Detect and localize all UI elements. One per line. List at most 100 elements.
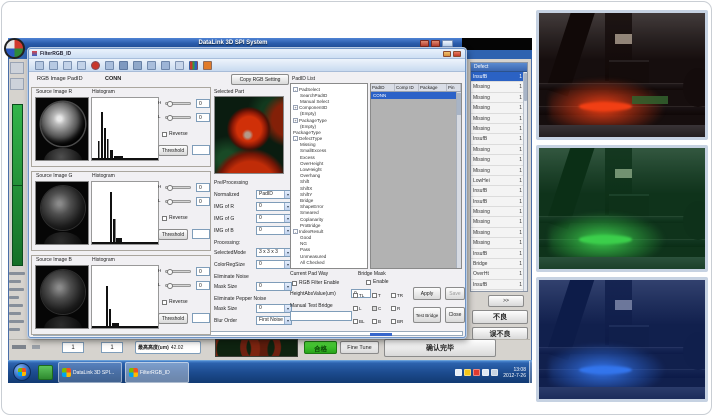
defect-row[interactable]: Missing1	[471, 124, 527, 134]
checkbox-icon[interactable]	[292, 281, 297, 286]
taskbar-app-2[interactable]: FilterRGB_ID	[125, 362, 189, 383]
defect-row[interactable]: Missing1	[471, 103, 527, 113]
threshold-value-field[interactable]	[192, 313, 210, 323]
defect-row[interactable]: Missing1	[471, 207, 527, 217]
start-button[interactable]	[13, 363, 31, 381]
h-value-field[interactable]: 0	[196, 99, 210, 108]
checkbox-icon[interactable]	[372, 306, 377, 311]
slider-thumb[interactable]	[167, 269, 173, 275]
preproc-dropdown[interactable]: 0▾	[256, 304, 292, 313]
open-icon[interactable]	[35, 61, 44, 70]
column-header[interactable]: PadID	[371, 84, 395, 91]
help-button[interactable]	[442, 40, 453, 47]
previous-icon[interactable]	[105, 61, 114, 70]
slider-thumb[interactable]	[167, 185, 173, 191]
padid-table-scrollbar[interactable]	[456, 92, 461, 268]
histogram[interactable]	[91, 265, 159, 329]
copy-icon[interactable]	[63, 61, 72, 70]
manual-test-bridge-field[interactable]	[290, 311, 352, 321]
l-slider[interactable]	[165, 116, 191, 119]
checkbox-icon[interactable]	[391, 319, 396, 324]
bridge-mask-cell-tr[interactable]: TR	[391, 289, 410, 302]
h-slider[interactable]	[165, 270, 191, 273]
checkbox-icon[interactable]	[353, 319, 358, 324]
grid-view-icon[interactable]	[119, 61, 128, 70]
defect-row[interactable]: Missing1	[471, 217, 527, 227]
layout-icon[interactable]	[147, 61, 156, 70]
preproc-dropdown[interactable]: PadID▾	[256, 190, 292, 199]
defect-row[interactable]: Missing1	[471, 166, 527, 176]
channel-image[interactable]	[35, 181, 89, 245]
close-button[interactable]	[431, 40, 440, 47]
scrollbar-thumb[interactable]	[457, 93, 461, 115]
threshold-button[interactable]: Threshold	[158, 313, 188, 324]
status-field-1[interactable]: 1	[62, 342, 84, 353]
save-icon[interactable]	[49, 61, 58, 70]
checkbox-icon[interactable]	[391, 293, 396, 298]
copy-rgb-setting-button[interactable]: Copy RGB Setting	[231, 74, 289, 85]
show-desktop-button[interactable]	[529, 361, 532, 384]
defect-table-scrollbar[interactable]	[523, 72, 527, 291]
bridge-mask-cell-t[interactable]: T	[372, 289, 391, 302]
bridge-mask-cell-b[interactable]: B	[372, 315, 391, 328]
defect-row[interactable]: Missing1	[471, 93, 527, 103]
preproc-dropdown[interactable]: 0▾	[256, 226, 292, 235]
l-value-field[interactable]: 0	[196, 281, 210, 290]
bridge-mask-cell-r[interactable]: R	[391, 302, 410, 315]
channel-image[interactable]	[35, 265, 89, 329]
defect-row[interactable]: OverHt1	[471, 269, 527, 279]
defect-row[interactable]: InsufB1	[471, 134, 527, 144]
tree-toggle-icon[interactable]: -	[293, 87, 298, 92]
preproc-dropdown[interactable]: 3 x 3 x 3▾	[256, 248, 292, 257]
taskbar-app-1[interactable]: DataLink 3D SPI...	[58, 362, 122, 383]
preproc-dropdown[interactable]: First Noise▾	[256, 316, 292, 325]
defect-row[interactable]: InsufB1	[471, 197, 527, 207]
preproc-dropdown[interactable]: 0▾	[256, 214, 292, 223]
threshold-value-field[interactable]	[192, 145, 210, 155]
selected-part-image[interactable]	[214, 96, 284, 174]
column-header[interactable]: Pin	[447, 84, 461, 91]
h-slider[interactable]	[165, 102, 191, 105]
antivirus-icon[interactable]	[473, 369, 480, 376]
defect-row[interactable]: Missing1	[471, 114, 527, 124]
preproc-dropdown[interactable]: 0▾	[256, 282, 292, 291]
tree-item[interactable]: All Checked	[292, 259, 367, 265]
confirm-complete-button[interactable]: 确认完毕	[384, 339, 496, 357]
defect-row[interactable]: Missing1	[471, 155, 527, 165]
channel-image[interactable]	[35, 97, 89, 161]
clock[interactable]: 13:08 2012-7-26	[503, 367, 526, 379]
image-view-icon[interactable]	[133, 61, 142, 70]
reverse-checkbox[interactable]	[162, 300, 167, 305]
test-bridge-button[interactable]: Test Bridge	[413, 307, 441, 323]
l-slider[interactable]	[165, 284, 191, 287]
histogram[interactable]	[91, 97, 159, 161]
defect-row[interactable]: InsufB1	[471, 280, 527, 290]
board-thumbnail[interactable]	[215, 339, 298, 357]
alert-icon[interactable]	[203, 61, 212, 70]
reverse-checkbox[interactable]	[162, 132, 167, 137]
defect-row[interactable]: InsufB1	[471, 72, 527, 82]
defect-row[interactable]: Missing1	[471, 145, 527, 155]
checkbox-icon[interactable]	[366, 280, 371, 285]
tree-toggle-icon[interactable]: +	[293, 105, 298, 110]
close-button[interactable]: Close	[445, 307, 465, 323]
defect-row[interactable]: Missing1	[471, 82, 527, 92]
preproc-dropdown[interactable]: 0▾	[256, 202, 292, 211]
pass-button[interactable]: 合格	[304, 341, 337, 354]
histogram[interactable]	[91, 181, 159, 245]
l-value-field[interactable]: 0	[196, 197, 210, 206]
slider-thumb[interactable]	[167, 101, 173, 107]
network-icon[interactable]	[482, 369, 489, 376]
slider-thumb[interactable]	[167, 115, 173, 121]
bridge-mask-enable[interactable]: Enable	[366, 279, 389, 285]
slider-thumb[interactable]	[167, 199, 173, 205]
defect-row[interactable]: LowHei1	[471, 176, 527, 186]
status-field-2[interactable]: 1	[101, 342, 123, 353]
rgb-filter-enable[interactable]: RGB Filter Enable	[292, 280, 339, 286]
checkbox-icon[interactable]	[372, 319, 377, 324]
minimize-button[interactable]	[420, 40, 429, 47]
dialog-close-button[interactable]	[453, 51, 461, 57]
h-value-field[interactable]: 0	[196, 183, 210, 192]
selected-row[interactable]: CONN	[371, 92, 461, 99]
bridge-mask-cell-tl[interactable]: TL	[353, 289, 372, 302]
